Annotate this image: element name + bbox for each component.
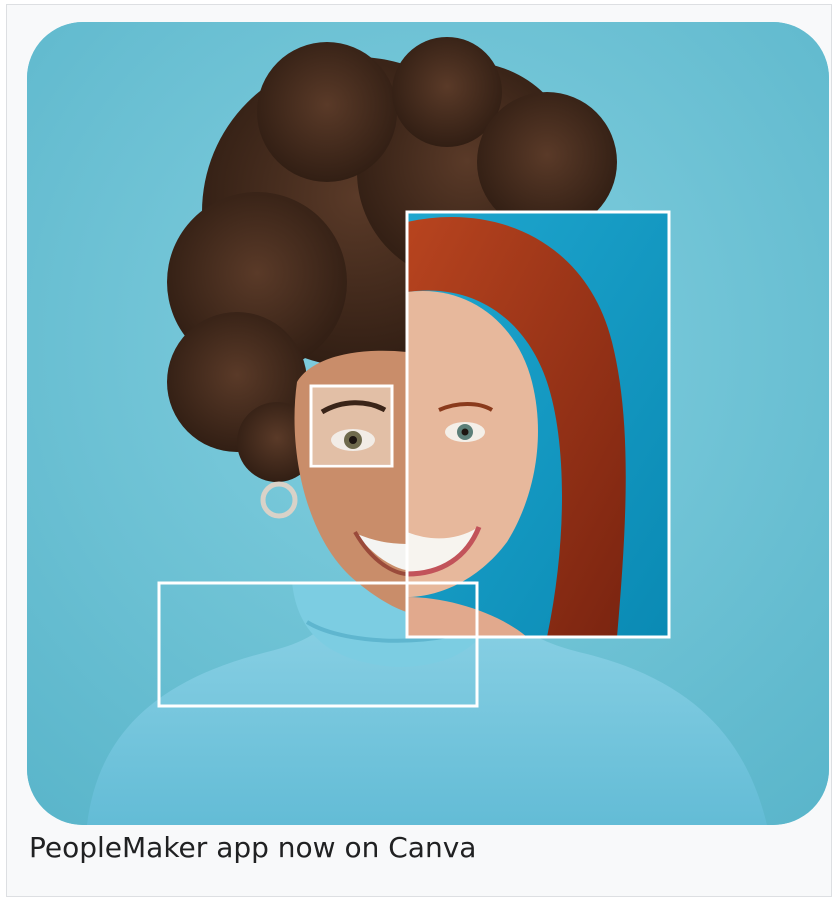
peoplemaker-illustration bbox=[27, 22, 829, 825]
media-card: PeopleMaker app now on Canva bbox=[6, 4, 832, 897]
promo-image[interactable] bbox=[27, 22, 829, 825]
image-caption: PeopleMaker app now on Canva bbox=[29, 831, 477, 864]
